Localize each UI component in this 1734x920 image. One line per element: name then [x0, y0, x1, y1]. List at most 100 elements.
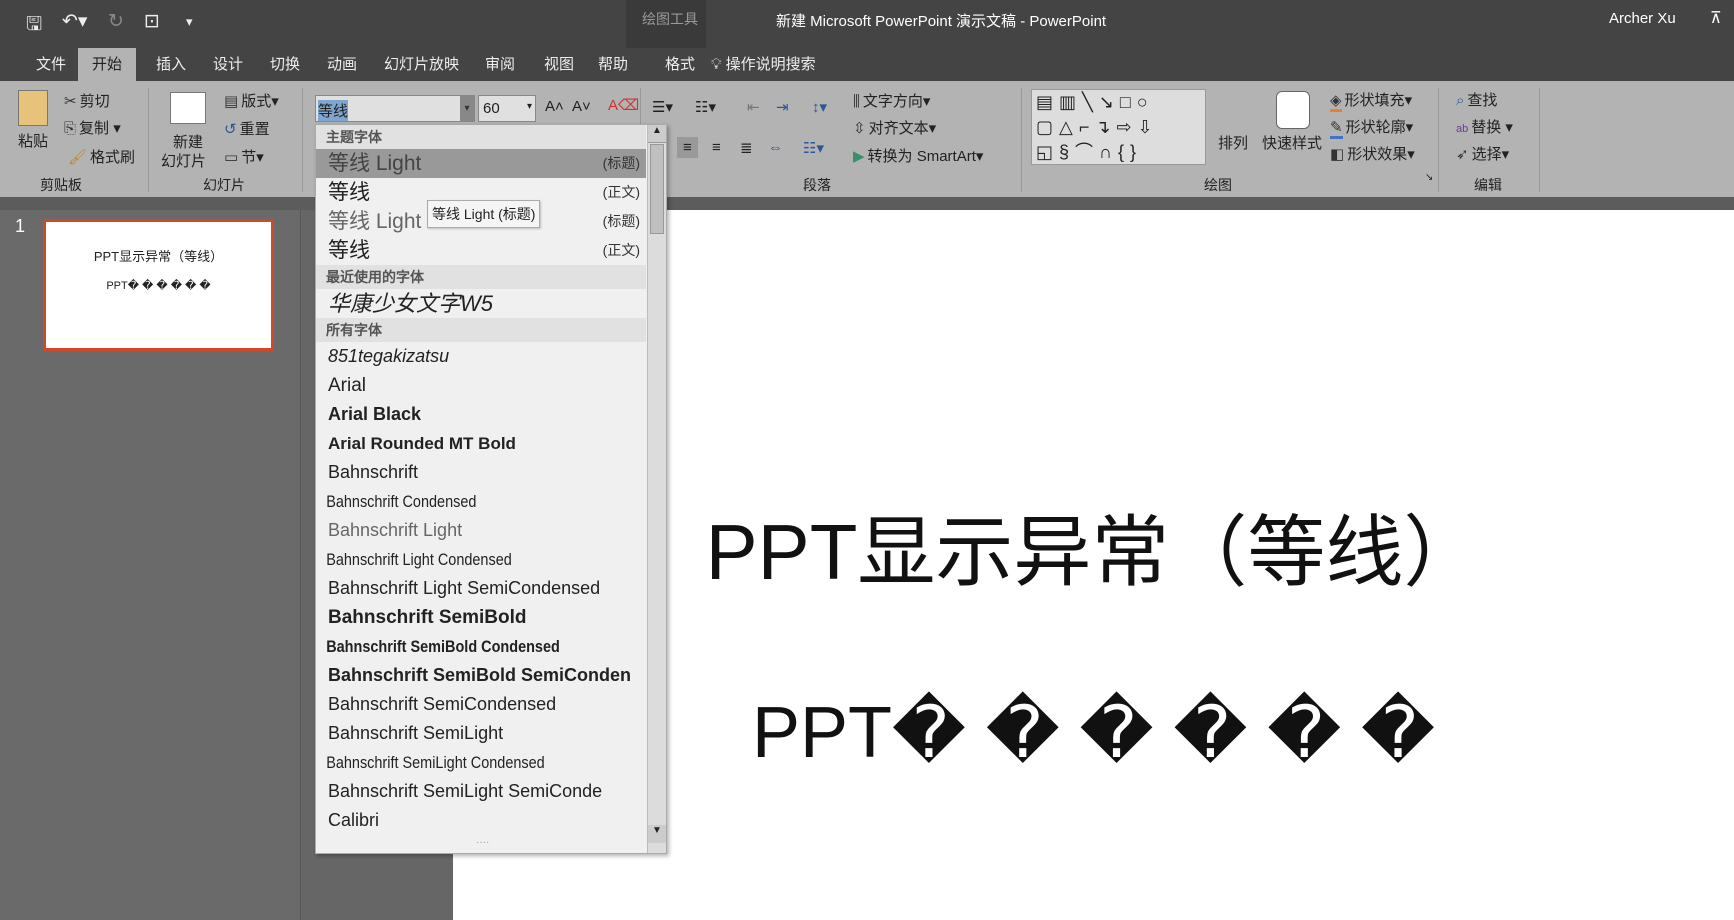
quick-styles-button[interactable]: 快速样式	[1262, 132, 1322, 153]
paint-bucket-icon: ◈	[1330, 91, 1342, 112]
distributed-icon[interactable]: ⇔	[768, 139, 783, 156]
font-item[interactable]: 851tegakizatsu	[316, 342, 646, 371]
tab-10[interactable]: 格式	[651, 48, 709, 81]
text-direction-button[interactable]: ⫼ 文字方向▾	[853, 90, 930, 111]
ribbon-display-options-icon[interactable]: ⊼	[1710, 8, 1722, 28]
reset-button[interactable]: ↺ 重置	[224, 118, 270, 139]
decrease-indent-icon[interactable]: ⇤	[747, 98, 760, 116]
tab-6[interactable]: 幻灯片放映	[370, 48, 473, 81]
paragraph-group-label: 段落	[803, 177, 831, 193]
clear-formatting-icon[interactable]: A⌫	[608, 96, 639, 114]
shape-outline-button[interactable]: ✎ 形状轮廓▾	[1330, 116, 1413, 139]
drawing-group-label: 绘图	[1204, 177, 1232, 193]
font-item[interactable]: Bahnschrift	[316, 458, 646, 487]
font-item[interactable]: Bahnschrift Light Condensed	[316, 545, 648, 574]
font-dropdown-list[interactable]: 主题字体 等线 Light (标题) 等线 (正文) 等线 Light (标题) 等线 (正文)…	[315, 124, 667, 854]
all-fonts-header: 所有字体	[316, 318, 646, 342]
save-icon[interactable]: 🖫	[26, 10, 42, 42]
arrange-button[interactable]: 排列	[1218, 132, 1248, 153]
convert-smartart-button[interactable]: ▶ 转换为 SmartArt▾	[853, 145, 983, 166]
window-title: 新建 Microsoft PowerPoint 演示文稿 - PowerPoin…	[776, 13, 1107, 30]
scroll-down-arrow[interactable]: ▼	[648, 825, 666, 843]
numbering-icon[interactable]: ☷▾	[695, 98, 716, 116]
font-item[interactable]: Bahnschrift SemiCondensed	[316, 690, 646, 719]
replace-button[interactable]: ab 替换 ▾	[1456, 116, 1513, 137]
find-button[interactable]: ⌕ 查找	[1456, 89, 1497, 110]
font-item[interactable]: Calibri	[316, 806, 646, 835]
font-name-input[interactable]: 等线 ▾	[315, 95, 475, 122]
quick-styles-icon[interactable]	[1276, 91, 1310, 129]
paste-button[interactable]: 粘贴	[18, 130, 48, 151]
font-item[interactable]: Bahnschrift Light SemiCondensed	[316, 574, 646, 603]
slide-thumbnail[interactable]: PPT显示异常（等线） PPT� � � � � �	[43, 219, 274, 351]
tab-3[interactable]: 设计	[199, 48, 257, 81]
tab-7[interactable]: 审阅	[471, 48, 529, 81]
customize-qat-icon[interactable]: ▾	[186, 14, 193, 30]
font-item[interactable]: Bahnschrift Light	[316, 516, 646, 545]
tab-4[interactable]: 切换	[256, 48, 314, 81]
scrollbar[interactable]: ▲ ▼	[647, 125, 666, 853]
tell-me-search[interactable]: 💡︎ 操作说明搜索	[711, 48, 816, 81]
line-spacing-icon[interactable]: ↕▾	[812, 98, 827, 116]
drawing-dialog-launcher[interactable]: ↘	[1425, 172, 1433, 183]
layout-button[interactable]: ▤ 版式▾	[224, 90, 279, 111]
font-dropdown-arrow[interactable]: ▾	[460, 96, 474, 121]
font-item[interactable]: Bahnschrift SemiLight SemiConde	[316, 777, 646, 806]
font-item[interactable]: Bahnschrift SemiLight	[316, 719, 646, 748]
tab-0[interactable]: 文件	[22, 48, 80, 81]
font-item[interactable]: Arial Rounded MT Bold	[316, 429, 646, 458]
justify-icon[interactable]: ≣	[740, 139, 753, 157]
start-slideshow-icon[interactable]: ⊡	[144, 10, 160, 33]
tab-5[interactable]: 动画	[313, 48, 371, 81]
shape-fill-button[interactable]: ◈ 形状填充▾	[1330, 89, 1412, 112]
columns-icon[interactable]: ☷▾	[803, 139, 824, 157]
tab-9[interactable]: 帮助	[584, 48, 642, 81]
undo-icon[interactable]: ↶▾	[62, 10, 87, 33]
tab-8[interactable]: 视图	[530, 48, 588, 81]
tab-2[interactable]: 插入	[142, 48, 200, 81]
bullets-icon[interactable]: ☰▾	[652, 98, 673, 116]
font-item[interactable]: Arial Black	[316, 400, 646, 429]
align-right-icon[interactable]: ≡	[712, 139, 721, 156]
decrease-font-size-icon[interactable]: A˅	[572, 98, 591, 115]
font-item[interactable]: Arial	[316, 371, 646, 400]
increase-font-size-icon[interactable]: A˄	[545, 98, 564, 115]
cursor-icon: ➶	[1456, 146, 1469, 163]
increase-indent-icon[interactable]: ⇥	[776, 98, 789, 116]
shape-effects-button[interactable]: ◧ 形状效果▾	[1330, 143, 1415, 164]
thumbnail-title: PPT显示异常（等线）	[93, 249, 224, 264]
font-item[interactable]: Bahnschrift SemiBold SemiConden	[316, 661, 646, 690]
new-slide-icon[interactable]	[170, 92, 206, 124]
font-item[interactable]: Bahnschrift SemiBold Condensed	[316, 632, 648, 661]
cut-button[interactable]: ✂ 剪切	[64, 90, 110, 111]
font-item[interactable]: Bahnschrift Condensed	[316, 487, 648, 516]
align-center-icon[interactable]: ≡	[677, 137, 698, 158]
font-item[interactable]: Bahnschrift SemiBold	[316, 603, 646, 632]
resize-grip[interactable]: ····	[476, 837, 489, 848]
scroll-thumb[interactable]	[650, 144, 664, 234]
font-size-input[interactable]: 60 ▾	[478, 95, 536, 122]
copy-button[interactable]: ⎘ 复制 ▾	[64, 117, 121, 138]
pen-icon: ✎	[1330, 118, 1343, 139]
font-item[interactable]: 等线 Light (标题)	[316, 149, 646, 178]
font-item[interactable]: 华康少女文字W5	[316, 289, 646, 318]
font-item[interactable]: 等线 (正文)	[316, 236, 646, 265]
user-name[interactable]: Archer Xu	[1609, 10, 1676, 27]
align-text-button[interactable]: ⇳ 对齐文本▾	[853, 117, 936, 138]
shapes-gallery[interactable]: ▤▥╲↘□○ ▢△⌐↴⇨⇩ ◱§⌒∩{}	[1031, 89, 1206, 165]
paste-icon[interactable]	[18, 90, 48, 126]
tab-1[interactable]: 开始	[78, 48, 137, 81]
text-direction-icon: ⫼	[853, 93, 860, 110]
scroll-up-arrow[interactable]: ▲	[648, 125, 666, 143]
section-button[interactable]: ▭ 节▾	[224, 146, 264, 167]
smartart-icon: ▶	[853, 148, 865, 165]
new-slide-dropdown[interactable]: 幻灯片	[161, 150, 206, 171]
format-painter-button[interactable]: 🖌︎ 格式刷	[68, 146, 135, 167]
new-slide-button[interactable]: 新建	[173, 131, 203, 152]
redo-icon[interactable]: ↻	[108, 10, 124, 33]
tooltip: 等线 Light (标题)	[427, 200, 541, 228]
select-button[interactable]: ➶ 选择▾	[1456, 143, 1509, 164]
font-item[interactable]: Bahnschrift SemiLight Condensed	[316, 748, 648, 777]
lightbulb-icon: 💡︎	[711, 56, 726, 73]
shape-effects-icon: ◧	[1330, 146, 1345, 163]
